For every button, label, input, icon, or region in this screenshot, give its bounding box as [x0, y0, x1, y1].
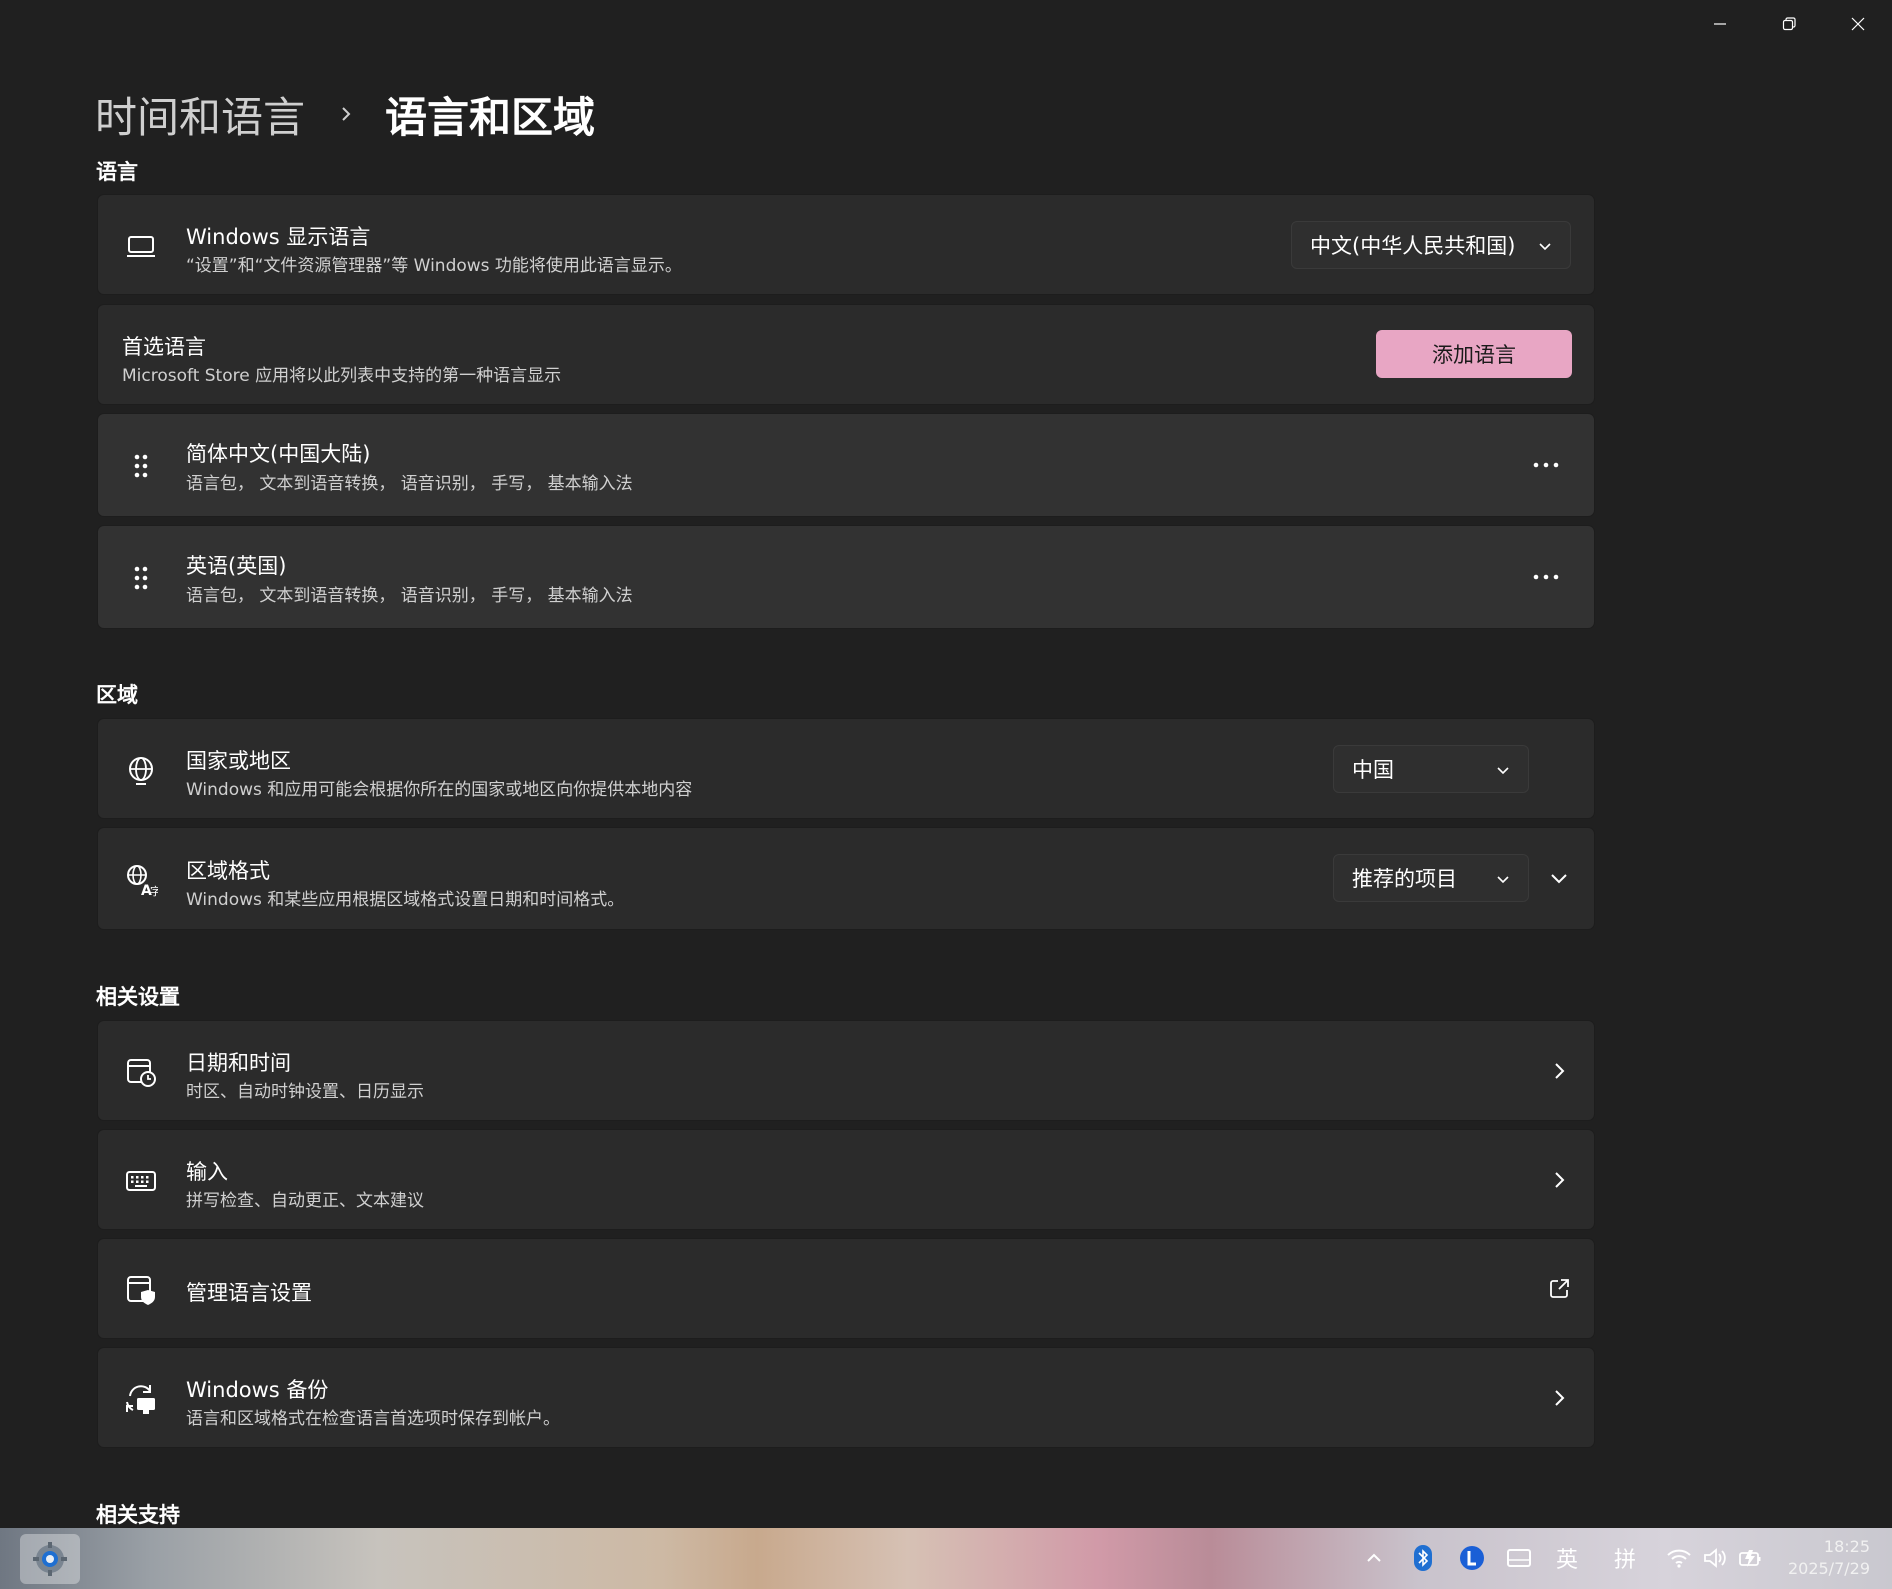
globe-icon [124, 753, 158, 787]
related-date-time-subtitle: 时区、自动时钟设置、日历显示 [186, 1082, 424, 1102]
external-link-icon [1550, 1279, 1569, 1298]
chevron-down-icon [1497, 876, 1509, 884]
minimize-icon [1713, 23, 1726, 25]
regional-format-icon: A字 [124, 863, 161, 899]
display-language-title: Windows 显示语言 [186, 225, 371, 249]
bluetooth-icon[interactable] [1411, 1544, 1435, 1572]
ime-mode-indicator[interactable]: 拼 [1610, 1542, 1640, 1574]
battery-charging-icon[interactable] [1738, 1544, 1766, 1572]
related-input-title: 输入 [186, 1160, 228, 1184]
preferred-language-card: 首选语言 Microsoft Store 应用将以此列表中支持的第一种语言显示 … [97, 304, 1595, 405]
drag-handle-icon[interactable] [124, 561, 158, 595]
related-input-subtitle: 拼写检查、自动更正、文本建议 [186, 1191, 424, 1211]
more-options-icon[interactable] [1531, 572, 1561, 582]
admin-shield-icon [124, 1273, 158, 1307]
close-button[interactable] [1823, 0, 1892, 48]
language-features: 语言包， 文本到语音转换， 语音识别， 手写， 基本输入法 [186, 586, 633, 606]
country-value: 中国 [1352, 758, 1394, 782]
section-title-language: 语言 [96, 160, 138, 184]
preferred-language-title: 首选语言 [122, 335, 206, 359]
related-date-time[interactable]: 日期和时间 时区、自动时钟设置、日历显示 [97, 1020, 1595, 1121]
regional-format-value: 推荐的项目 [1352, 867, 1457, 891]
language-name: 简体中文(中国大陆) [186, 442, 371, 466]
add-language-button[interactable]: 添加语言 [1376, 330, 1572, 378]
wifi-icon[interactable] [1666, 1546, 1692, 1570]
show-hidden-icons-chevron-icon[interactable] [1363, 1547, 1385, 1569]
calendar-clock-icon [124, 1055, 158, 1089]
chevron-down-icon [1539, 243, 1551, 251]
taskbar: 英 拼 18:25 2025/7/29 [0, 1528, 1892, 1589]
restore-button[interactable] [1754, 0, 1823, 48]
chevron-right-icon [1555, 1063, 1565, 1079]
close-icon [1851, 17, 1864, 31]
drag-handle-icon[interactable] [124, 449, 158, 483]
taskbar-clock[interactable]: 18:25 2025/7/29 [1788, 1536, 1870, 1580]
chevron-right-icon [1555, 1390, 1565, 1406]
chevron-down-icon [1497, 767, 1509, 775]
section-title-related-settings: 相关设置 [96, 985, 180, 1009]
taskbar-settings-app[interactable] [20, 1534, 80, 1584]
section-title-region: 区域 [96, 683, 138, 707]
breadcrumb-parent[interactable]: 时间和语言 [95, 84, 305, 145]
related-manage-language[interactable]: 管理语言设置 [97, 1238, 1595, 1339]
keyboard-icon [124, 1164, 158, 1198]
chevron-right-icon [1555, 1172, 1565, 1188]
language-item-chinese[interactable]: 简体中文(中国大陆) 语言包， 文本到语音转换， 语音识别， 手写， 基本输入法 [97, 413, 1595, 517]
settings-gear-icon [33, 1542, 67, 1576]
country-title: 国家或地区 [186, 749, 291, 773]
preferred-language-subtitle: Microsoft Store 应用将以此列表中支持的第一种语言显示 [122, 366, 562, 386]
laptop-icon [124, 229, 158, 263]
tablet-mode-icon[interactable] [1506, 1546, 1532, 1570]
display-language-dropdown[interactable]: 中文(中华人民共和国) [1291, 221, 1571, 269]
regional-format-dropdown[interactable]: 推荐的项目 [1333, 854, 1529, 902]
svg-text:字: 字 [150, 884, 158, 897]
backup-sync-icon [124, 1382, 158, 1416]
section-title-related-support: 相关支持 [96, 1503, 180, 1527]
ime-language-indicator[interactable]: 英 [1552, 1542, 1582, 1574]
minimize-button[interactable] [1685, 0, 1754, 48]
language-name: 英语(英国) [186, 554, 287, 578]
chevron-right-icon [342, 107, 351, 121]
display-language-value: 中文(中华人民共和国) [1310, 234, 1516, 258]
clock-time: 18:25 [1823, 1537, 1870, 1556]
related-manage-language-title: 管理语言设置 [186, 1281, 312, 1305]
app-l-icon[interactable] [1458, 1544, 1486, 1572]
regional-format-title: 区域格式 [186, 859, 270, 883]
regional-format-card[interactable]: A字 区域格式 Windows 和某些应用根据区域格式设置日期和时间格式。 推荐… [97, 827, 1595, 930]
related-windows-backup-title: Windows 备份 [186, 1378, 329, 1402]
clock-date: 2025/7/29 [1787, 1559, 1870, 1578]
page-title: 语言和区域 [385, 92, 596, 142]
regional-format-subtitle: Windows 和某些应用根据区域格式设置日期和时间格式。 [186, 890, 625, 910]
expand-chevron-icon[interactable] [1547, 866, 1571, 890]
related-windows-backup[interactable]: Windows 备份 语言和区域格式在检查语言首选项时保存到帐户。 [97, 1347, 1595, 1448]
country-dropdown[interactable]: 中国 [1333, 745, 1529, 793]
breadcrumb: 时间和语言 语言和区域 [95, 84, 595, 144]
related-input[interactable]: 输入 拼写检查、自动更正、文本建议 [97, 1129, 1595, 1230]
restore-icon [1782, 17, 1796, 31]
related-date-time-title: 日期和时间 [186, 1051, 291, 1075]
country-card: 国家或地区 Windows 和应用可能会根据你所在的国家或地区向你提供本地内容 … [97, 718, 1595, 819]
language-features: 语言包， 文本到语音转换， 语音识别， 手写， 基本输入法 [186, 474, 633, 494]
volume-icon[interactable] [1702, 1546, 1728, 1570]
window-controls [1685, 0, 1892, 48]
language-item-english[interactable]: 英语(英国) 语言包， 文本到语音转换， 语音识别， 手写， 基本输入法 [97, 525, 1595, 629]
country-subtitle: Windows 和应用可能会根据你所在的国家或地区向你提供本地内容 [186, 780, 693, 800]
display-language-card: Windows 显示语言 “设置”和“文件资源管理器”等 Windows 功能将… [97, 194, 1595, 295]
related-windows-backup-subtitle: 语言和区域格式在检查语言首选项时保存到帐户。 [186, 1409, 560, 1429]
display-language-subtitle: “设置”和“文件资源管理器”等 Windows 功能将使用此语言显示。 [186, 256, 682, 276]
more-options-icon[interactable] [1531, 460, 1561, 470]
